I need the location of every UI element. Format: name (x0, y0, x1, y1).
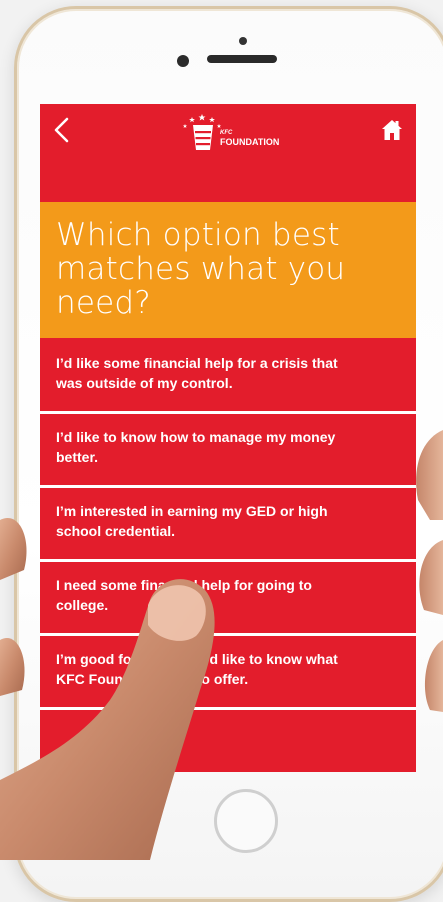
option-manage-money[interactable]: I’d like to know how to manage my money … (40, 414, 416, 488)
chevron-left-icon[interactable] (50, 116, 74, 144)
logo-brand-large: FOUNDATION (220, 137, 280, 147)
options-list: I’d like some financial help for a crisi… (40, 340, 416, 710)
option-label: I’d like to know how to manage my money … (56, 429, 336, 465)
app-header: KFC FOUNDATION (40, 104, 416, 202)
home-icon[interactable] (380, 118, 404, 142)
question-title: Which option best matches what you need? (56, 217, 346, 321)
front-camera (177, 55, 189, 67)
option-label: I need some financial help for going to … (56, 577, 312, 613)
option-financial-crisis[interactable]: I’d like some financial help for a crisi… (40, 340, 416, 414)
home-button[interactable] (214, 789, 278, 853)
earpiece-speaker (207, 55, 277, 63)
option-ged-credential[interactable]: I’m interested in earning my GED or high… (40, 488, 416, 562)
option-label: I’m good for now, but I’d like to know w… (56, 651, 338, 687)
front-camera-dot (239, 37, 247, 45)
option-label: I’d like some financial help for a crisi… (56, 355, 338, 391)
option-college-help[interactable]: I need some financial help for going to … (40, 562, 416, 636)
question-banner: Which option best matches what you need? (40, 202, 416, 338)
kfc-foundation-logo: KFC FOUNDATION (178, 112, 288, 152)
option-explore-offerings[interactable]: I’m good for now, but I’d like to know w… (40, 636, 416, 710)
app-screen: KFC FOUNDATION Which option best matches… (40, 104, 416, 772)
option-label: I’m interested in earning my GED or high… (56, 503, 328, 539)
logo-text: KFC FOUNDATION (220, 129, 279, 147)
